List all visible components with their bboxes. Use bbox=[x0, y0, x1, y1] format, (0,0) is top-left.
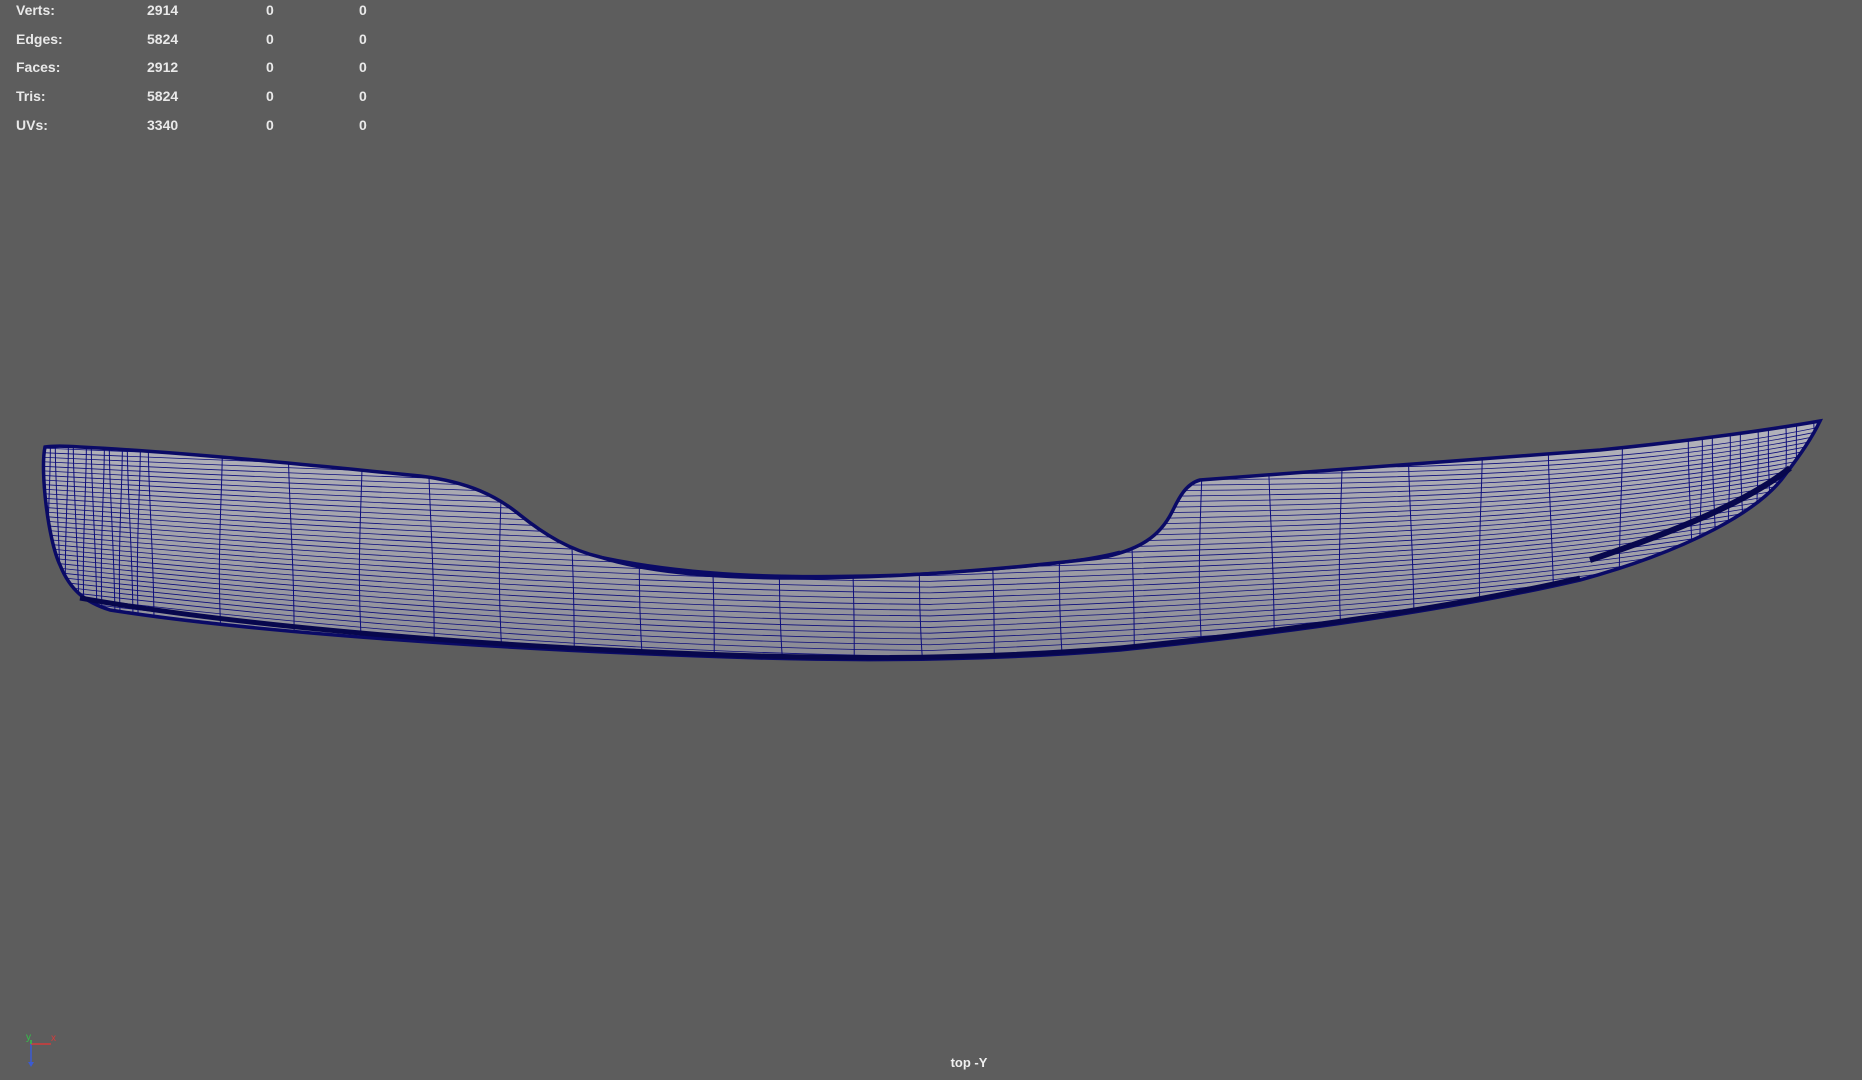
hull-wireframe-mesh[interactable] bbox=[0, 0, 1862, 1080]
3d-viewport[interactable]: Verts: 2914 0 0 Edges: 5824 0 0 Faces: 2… bbox=[0, 0, 1862, 1080]
camera-name-label: top -Y bbox=[950, 1055, 988, 1070]
y-axis-label: y bbox=[26, 1032, 31, 1043]
station-line bbox=[1810, 421, 1817, 660]
x-axis-label: x bbox=[51, 1033, 56, 1044]
station-line bbox=[1824, 400, 1830, 680]
